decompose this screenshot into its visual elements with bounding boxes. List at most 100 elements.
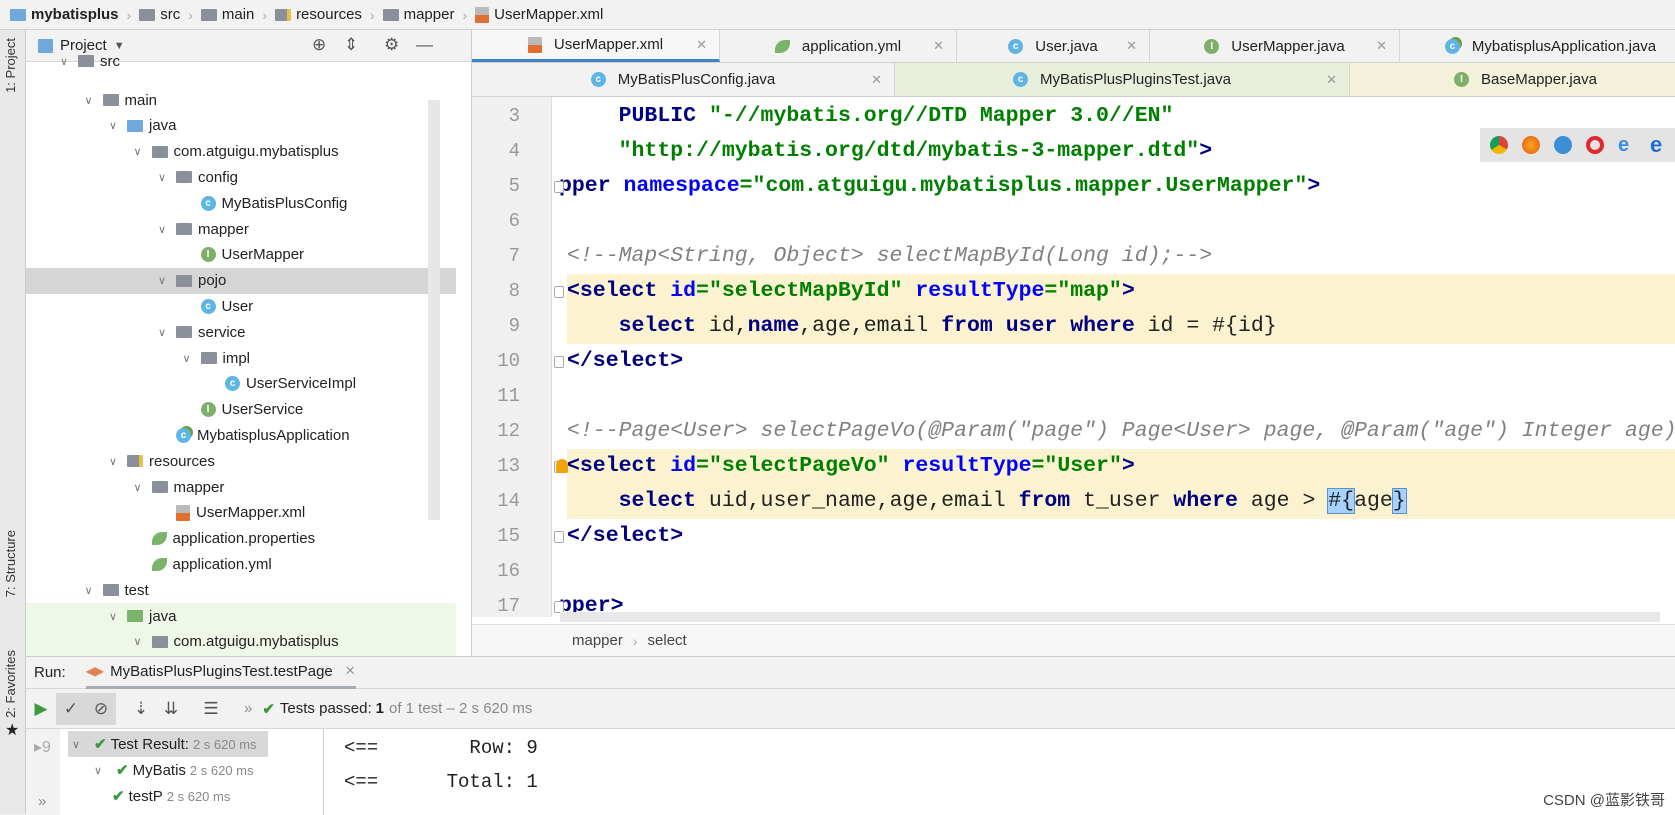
tree-item[interactable]: ∨ main [26, 87, 456, 113]
tree-item[interactable]: c MyBatisPlusConfig [26, 190, 456, 216]
close-icon[interactable]: ✕ [696, 37, 707, 53]
editor-crumb-mapper[interactable]: mapper [572, 632, 623, 649]
chevron-down-icon[interactable]: ∨ [56, 55, 72, 68]
chevron-down-icon[interactable]: ∨ [154, 171, 170, 184]
chevron-down-icon[interactable]: ∨ [130, 481, 146, 494]
tree-item[interactable]: application.yml [26, 551, 456, 577]
tree-item[interactable]: ∨ impl [26, 345, 456, 371]
tree-item[interactable]: ∨ src [26, 48, 456, 74]
tree-scrollbar[interactable] [428, 100, 440, 520]
code-line[interactable] [567, 554, 1675, 589]
chevron-down-icon[interactable]: ∨ [130, 145, 146, 158]
tree-item[interactable]: ∨ pojo [26, 267, 456, 294]
tree-item[interactable]: ∨ test [26, 577, 456, 603]
structure-tool-button[interactable]: 7: Structure [3, 530, 18, 597]
editor-horizontal-scrollbar[interactable] [560, 612, 1660, 622]
favorites-tool-button[interactable]: 2: Favorites [3, 650, 18, 718]
project-tool-button[interactable]: 1: Project [3, 38, 18, 93]
chevron-down-icon[interactable]: ∨ [81, 584, 97, 597]
ie-icon[interactable]: e [1618, 135, 1636, 155]
chevron-down-icon[interactable]: ∨ [81, 94, 97, 107]
tree-item[interactable]: ∨ com.atguigu.mybatisplus [26, 139, 456, 165]
chevron-down-icon[interactable]: ∨ [105, 455, 121, 468]
chevron-down-icon[interactable]: ∨ [179, 352, 195, 365]
code-line[interactable]: select id,name,age,email from user where… [567, 309, 1675, 344]
console-output[interactable]: <== Row: 9 <== Total: 1 [324, 729, 1675, 815]
breadcrumb-item[interactable]: UserMapper.xml [475, 6, 603, 23]
intention-bulb-icon[interactable] [556, 459, 568, 473]
sort-duration-icon[interactable]: ⇊ [156, 693, 186, 725]
close-icon[interactable]: ✕ [871, 72, 882, 88]
tree-item[interactable]: ∨ java [26, 603, 456, 629]
fold-marker-icon[interactable] [554, 531, 564, 543]
chevron-down-icon[interactable]: ∨ [105, 119, 121, 132]
editor-crumb-select[interactable]: select [648, 632, 687, 649]
test-history-icon[interactable]: ▸9 [34, 737, 51, 757]
editor-tab[interactable]: c User.java ✕ [957, 30, 1150, 62]
tree-item[interactable]: UserMapper.xml [26, 500, 456, 526]
code-line[interactable]: <!--Page<User> selectPageVo(@Param("page… [567, 414, 1675, 449]
close-icon[interactable]: ✕ [1126, 38, 1137, 54]
close-icon[interactable]: ✕ [1326, 72, 1337, 88]
fold-marker-icon[interactable] [554, 286, 564, 298]
rerun-icon[interactable]: ▶ [26, 693, 56, 725]
test-result-item[interactable]: ∨ ✔ MyBatis 2 s 620 ms [90, 757, 254, 783]
opera-icon[interactable] [1586, 136, 1604, 154]
tree-item[interactable]: ∨ mapper [26, 216, 456, 242]
tree-item[interactable]: c User [26, 293, 456, 319]
code-line[interactable]: </select> [567, 344, 1675, 379]
edge-icon[interactable]: e [1650, 134, 1668, 156]
chevron-down-icon[interactable]: ∨ [68, 738, 84, 751]
editor-tab[interactable]: c MyBatisPlusConfig.java ✕ [472, 63, 895, 96]
tree-item[interactable]: ∨ resources [26, 448, 456, 474]
tree-item[interactable]: ∨ service [26, 319, 456, 345]
chevron-down-icon[interactable]: ∨ [154, 326, 170, 339]
editor-tab[interactable]: c MyBatisPlusPluginsTest.java ✕ [895, 63, 1350, 96]
safari-icon[interactable] [1554, 136, 1572, 154]
chevron-down-icon[interactable]: ∨ [154, 274, 170, 287]
editor-tab[interactable]: UserMapper.xml ✕ [472, 30, 720, 62]
firefox-icon[interactable] [1522, 136, 1540, 154]
show-ignored-icon[interactable]: ⊘ [86, 692, 116, 725]
breadcrumb-item[interactable]: resources [275, 6, 362, 23]
tree-item[interactable]: I UserMapper [26, 242, 456, 268]
close-icon[interactable]: ✕ [345, 663, 356, 679]
show-passed-icon[interactable]: ✓ [56, 692, 86, 725]
code-line[interactable] [567, 204, 1675, 239]
chrome-icon[interactable] [1490, 136, 1508, 154]
breadcrumb-item[interactable]: main [200, 6, 254, 23]
tree-item[interactable]: I UserService [26, 397, 456, 423]
close-icon[interactable]: ✕ [1376, 38, 1387, 54]
chevron-down-icon[interactable]: ∨ [130, 635, 146, 648]
tree-item[interactable]: ∨ com.atguigu.mybatisplus [26, 628, 456, 655]
tree-item[interactable]: c UserServiceImpl [26, 371, 456, 397]
test-result-item[interactable]: ∨ ✔ Test Result: 2 s 620 ms [68, 731, 268, 757]
chevron-down-icon[interactable]: ∨ [154, 223, 170, 236]
code-line[interactable]: <select id="selectMapById" resultType="m… [567, 274, 1675, 309]
code-line[interactable]: pper namespace="com.atguigu.mybatisplus.… [559, 169, 1675, 204]
code-line[interactable] [567, 379, 1675, 414]
code-line[interactable]: <!--Map<String, Object> selectMapById(Lo… [567, 239, 1675, 274]
editor-tab[interactable]: application.yml ✕ [720, 30, 957, 62]
tree-item[interactable]: ∨ mapper [26, 474, 456, 500]
test-result-item[interactable]: ✔ testP 2 s 620 ms [112, 783, 230, 809]
chevron-down-icon[interactable]: ∨ [105, 610, 121, 623]
code-line[interactable]: select uid,user_name,age,email from t_us… [567, 484, 1675, 519]
expand-all-icon[interactable]: ☰ [196, 693, 226, 725]
code-line[interactable]: <select id="selectPageVo" resultType="Us… [567, 449, 1675, 484]
tree-item[interactable]: application.properties [26, 526, 456, 552]
tree-item[interactable]: ∨ java [26, 113, 456, 139]
sort-alpha-icon[interactable]: ⇣ [126, 693, 156, 725]
editor-tab[interactable]: c MybatisplusApplication.java [1400, 30, 1675, 62]
more-icon[interactable]: » [244, 700, 252, 717]
close-icon[interactable]: ✕ [933, 38, 944, 54]
chevron-down-icon[interactable]: ∨ [90, 764, 106, 777]
tree-item[interactable]: ∨ config [26, 164, 456, 190]
editor-tab[interactable]: I UserMapper.java ✕ [1150, 30, 1400, 62]
breadcrumb-item[interactable]: src [139, 6, 180, 23]
more-icon[interactable]: » [38, 793, 46, 810]
fold-marker-icon[interactable] [554, 181, 564, 193]
tree-item[interactable]: c MybatisplusApplication [26, 422, 456, 448]
breadcrumb-item[interactable]: mapper [382, 6, 454, 23]
run-tab[interactable]: ◀▶ MyBatisPlusPluginsTest.testPage ✕ [85, 657, 356, 689]
